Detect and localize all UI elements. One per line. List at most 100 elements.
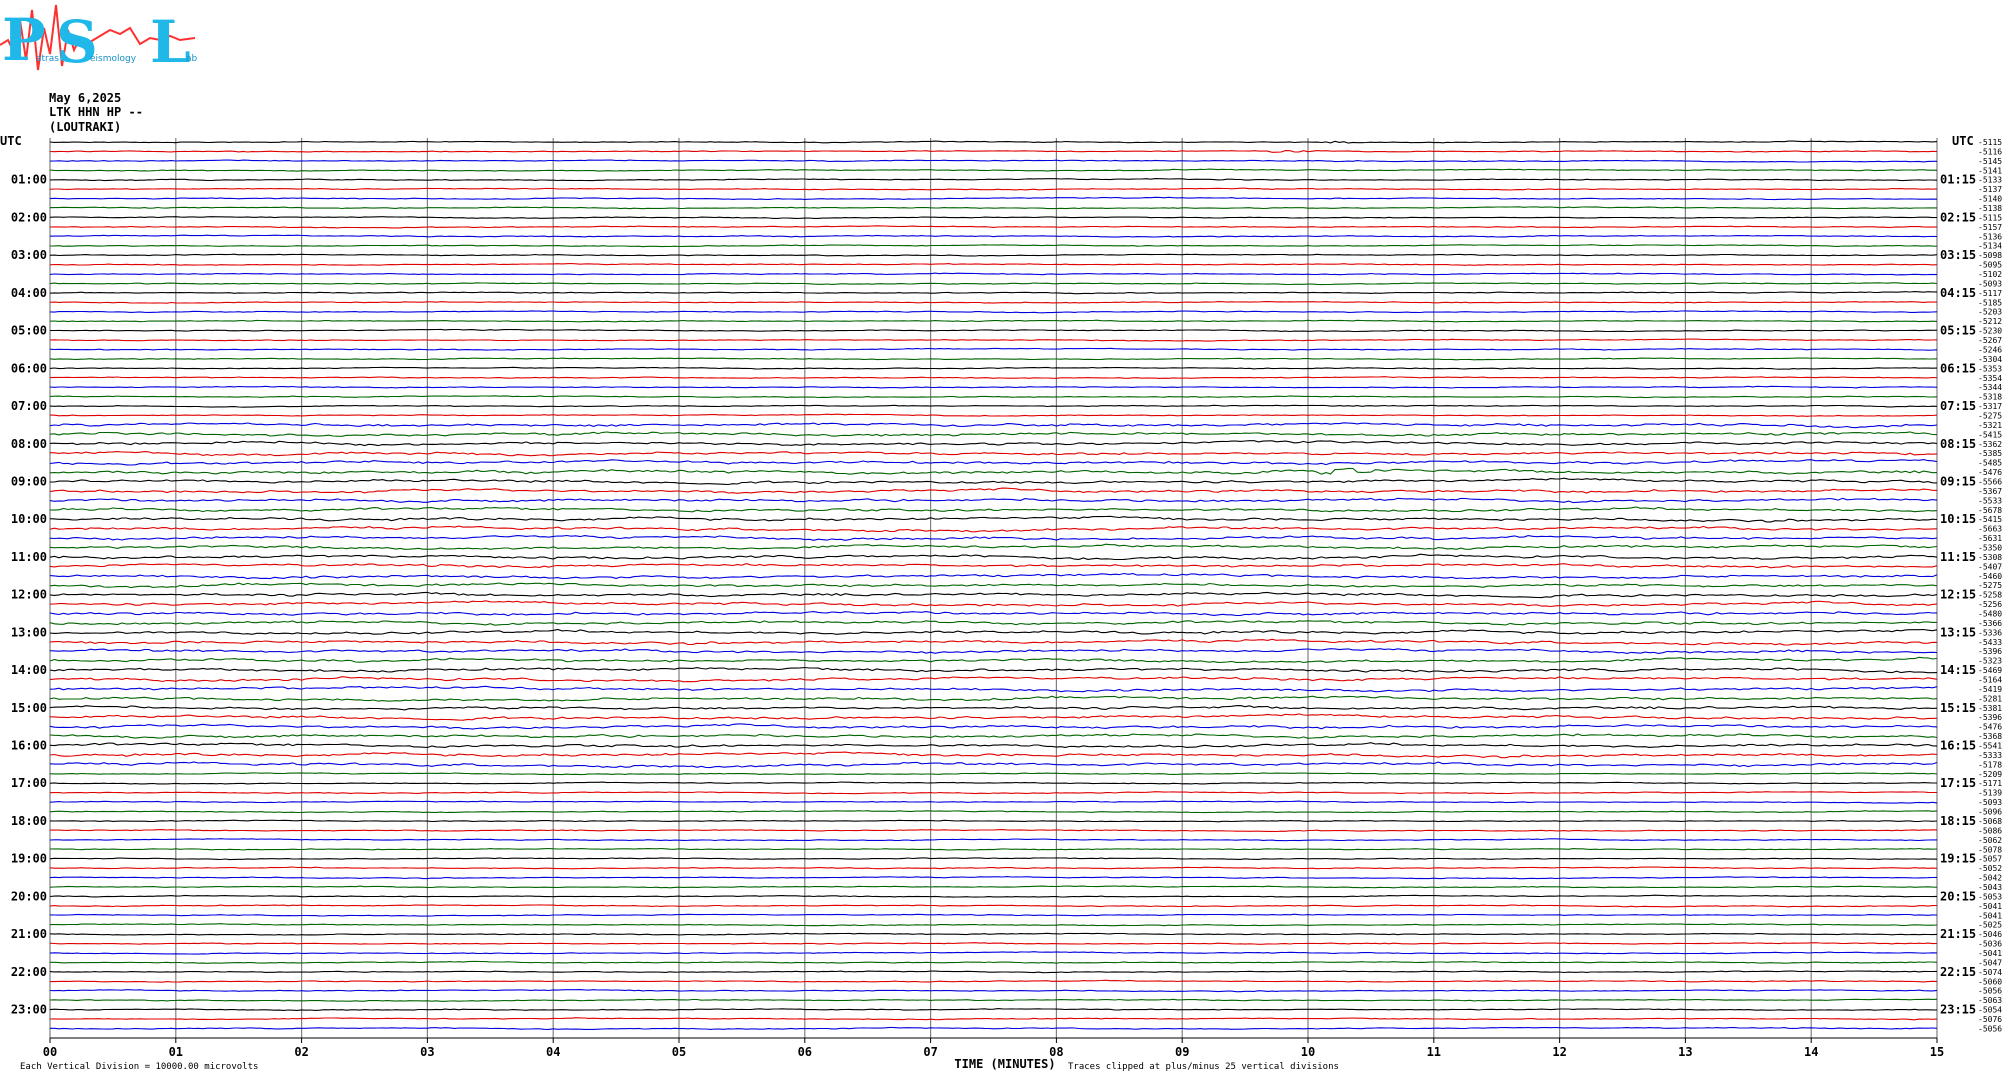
trace-offset-label: -5054 [1978,1006,2002,1015]
trace-offset-label: -5333 [1978,751,2002,760]
seismic-trace [49,563,1938,569]
trace-offset-label: -5267 [1978,336,2002,345]
seismic-trace [49,253,1938,257]
trace-offset-label: -5115 [1978,138,2002,147]
seismic-trace [49,628,1938,635]
trace-offset-label: -5366 [1978,619,2002,628]
trace-offset-label: -5043 [1978,883,2002,892]
seismic-trace [49,904,1938,908]
seismic-trace [50,1026,1938,1030]
seismic-trace [49,695,1938,702]
right-hour-label: 19:15 [1940,852,1976,866]
x-axis-title: TIME (MINUTES) [954,1057,1055,1071]
trace-offset-label: -5116 [1978,147,2002,156]
seismic-trace [49,262,1938,266]
right-hour-label: 22:15 [1940,965,1976,979]
seismic-trace [49,534,1938,541]
seismic-trace [49,685,1938,693]
trace-offset-label: -5134 [1978,242,2002,251]
trace-offset-label: -5157 [1978,223,2002,232]
trace-offset-label: -5281 [1978,694,2002,703]
trace-offset-label: -5336 [1978,628,2002,637]
seismic-trace [49,338,1938,342]
seismic-trace [49,178,1938,182]
trace-offset-label: -5136 [1978,232,2002,241]
seismic-trace [49,357,1938,361]
trace-offset-label: -5078 [1978,845,2002,854]
trace-offset-label: -5321 [1978,421,2002,430]
trace-offset-label: -5041 [1978,902,2002,911]
seismic-trace [49,376,1938,379]
seismic-trace [49,234,1938,238]
trace-offset-label: -5631 [1978,534,2002,543]
clip-note: Traces clipped at plus/minus 25 vertical… [1068,1062,1339,1072]
trace-offset-label: -5115 [1978,213,2002,222]
helicorder-chart: 00 01 02 03 04 05 06 07 08 09 10 11 12 13 14 15-5115-51… [0,134,2002,1072]
left-hour-label: 02:00 [11,210,47,224]
trace-offset-label: -5036 [1978,940,2002,949]
right-hour-label: 20:15 [1940,889,1976,903]
trace-offset-label: -5353 [1978,364,2002,373]
seismic-trace [49,705,1938,711]
seismic-trace [49,413,1938,417]
seismic-trace [49,998,1938,1002]
trace-offset-label: -5062 [1978,836,2002,845]
seismic-trace [49,310,1938,314]
seismic-trace [49,620,1937,626]
seismic-trace [49,347,1938,351]
right-hour-label: 01:15 [1940,173,1976,187]
trace-offset-label: -5074 [1978,968,2002,977]
seismic-trace [49,932,1938,936]
trace-offset-label: -5093 [1978,798,2002,807]
seismic-trace [49,591,1938,599]
right-hour-label: 02:15 [1940,210,1976,224]
seismic-trace [49,611,1938,617]
seismic-trace [49,272,1938,276]
left-hour-label: 12:00 [11,588,47,602]
right-hour-label: 04:15 [1940,286,1976,300]
right-hour-label: 07:15 [1940,399,1976,413]
trace-offset-label: -5060 [1978,977,2002,986]
left-hour-label: 11:00 [11,550,47,564]
seismic-trace [49,525,1938,533]
left-hour-label: 23:00 [11,1003,47,1017]
trace-offset-label: -5139 [1978,789,2002,798]
seismic-trace [49,150,1938,153]
seismic-trace [49,159,1937,163]
seismic-trace [49,885,1938,889]
trace-offset-label: -5086 [1978,826,2002,835]
x-tick-label: 05 [672,1045,686,1059]
left-utc-label: UTC [0,134,22,148]
seismic-trace [49,487,1938,494]
left-hour-label: 13:00 [11,625,47,639]
x-tick-label: 10 [1301,1045,1315,1059]
trace-offset-label: -5407 [1978,562,2002,571]
trace-offset-label: -5419 [1978,685,2002,694]
trace-offset-label: -5041 [1978,949,2002,958]
right-hour-label: 18:15 [1940,814,1976,828]
trace-offset-label: -5385 [1978,449,2002,458]
seismic-trace [50,923,1938,927]
trace-offset-label: -5057 [1978,855,2002,864]
seismic-trace [49,876,1938,880]
trace-offset-label: -5178 [1978,760,2002,769]
seismic-trace [49,206,1937,210]
x-tick-label: 13 [1678,1045,1692,1059]
trace-offset-label: -5093 [1978,279,2002,288]
seismic-trace [49,515,1938,523]
trace-offset-label: -5396 [1978,713,2002,722]
seismic-trace [49,666,1938,674]
trace-offset-label: -5145 [1978,157,2002,166]
seismic-trace [49,742,1938,749]
trace-offset-label: -5476 [1978,723,2002,732]
seismic-trace [49,866,1938,870]
trace-offset-label: -5098 [1978,251,2002,260]
seismic-trace [49,168,1938,172]
trace-offset-label: -5396 [1978,647,2002,656]
right-hour-label: 09:15 [1940,474,1976,488]
trace-offset-label: -5246 [1978,345,2002,354]
seismic-trace [49,301,1937,304]
trace-offset-label: -5056 [1978,1024,2002,1033]
trace-offset-label: -5117 [1978,289,2002,298]
seismic-trace [49,385,1938,389]
